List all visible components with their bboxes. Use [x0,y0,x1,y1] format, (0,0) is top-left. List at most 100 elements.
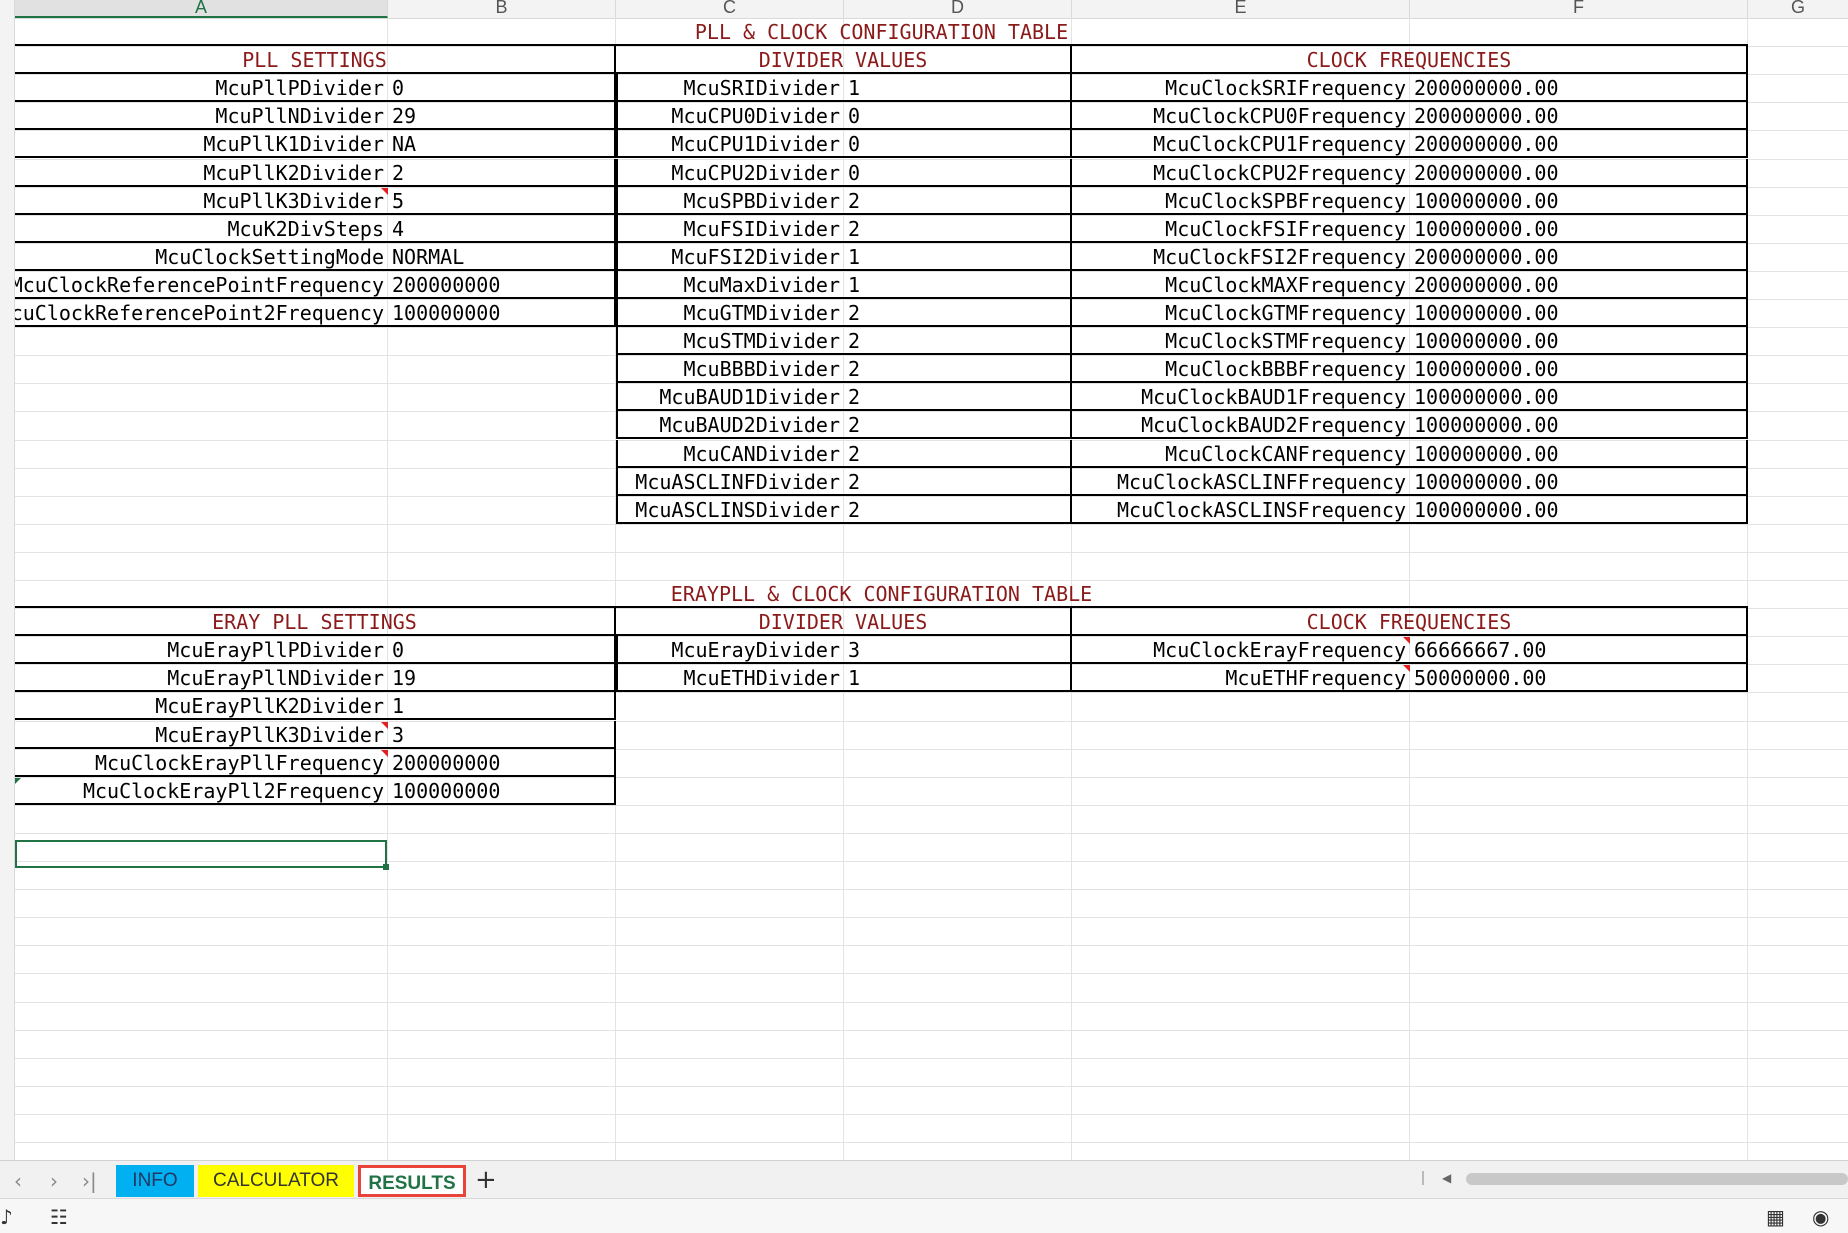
divider-name[interactable]: McuBAUD2Divider [616,411,844,439]
last-sheet-icon[interactable]: ›| [82,1169,97,1193]
pll-param-name[interactable]: McuClockSettingMode [15,243,388,271]
read-mode-icon[interactable]: ◉ [1812,1205,1829,1229]
frequency-name[interactable]: McuClockSRIFrequency [1072,74,1410,102]
pll-param-value[interactable]: NA [388,130,616,158]
divider-name[interactable]: McuETHDivider [616,664,844,692]
frequency-value[interactable]: 100000000.00 [1410,187,1748,215]
frequency-name[interactable]: McuClockCANFrequency [1072,440,1410,468]
section-header[interactable]: CLOCK FREQUENCIES [1072,608,1748,636]
frequency-value[interactable]: 200000000.00 [1410,271,1748,299]
pll-param-name[interactable]: McuPllK2Divider [15,159,388,187]
column-header-d[interactable]: D [844,0,1072,18]
divider-name[interactable]: McuBAUD1Divider [616,383,844,411]
comment-indicator-icon[interactable] [381,750,388,757]
frequency-value[interactable]: 66666667.00 [1410,636,1748,664]
divider-value[interactable]: 2 [844,355,1072,383]
section-header[interactable]: CLOCK FREQUENCIES [1072,46,1748,74]
frequency-name[interactable]: McuClockASCLINFFrequency [1072,468,1410,496]
column-header-b[interactable]: B [388,0,616,18]
frequency-value[interactable]: 100000000.00 [1410,327,1748,355]
divider-name[interactable]: McuCPU1Divider [616,130,844,158]
divider-value[interactable]: 2 [844,411,1072,439]
divider-value[interactable]: 2 [844,468,1072,496]
frequency-value[interactable]: 100000000.00 [1410,468,1748,496]
frequency-name[interactable]: McuClockBAUD1Frequency [1072,383,1410,411]
frequency-value[interactable]: 50000000.00 [1410,664,1748,692]
frequency-value[interactable]: 200000000.00 [1410,102,1748,130]
comment-indicator-icon[interactable] [1403,637,1410,644]
pll-param-name[interactable]: McuClockReferencePoint2Frequency [15,299,388,327]
select-all-corner[interactable] [0,0,15,18]
divider-name[interactable]: McuBBBDivider [616,355,844,383]
pll-param-value[interactable]: 100000000 [388,299,616,327]
frequency-name[interactable]: McuClockSTMFrequency [1072,327,1410,355]
pll-param-name[interactable]: McuClockErayPllFrequency [15,749,388,777]
divider-name[interactable]: McuASCLINFDivider [616,468,844,496]
pll-param-name[interactable]: McuClockErayPll2Frequency [15,777,388,805]
column-header-e[interactable]: E [1072,0,1410,18]
pll-param-value[interactable]: NORMAL [388,243,616,271]
section-header[interactable]: DIVIDER VALUES [616,46,1072,74]
pll-param-name[interactable]: McuErayPllK3Divider [15,721,388,749]
pll-param-value[interactable]: 3 [388,721,616,749]
sheet-tab-results[interactable]: RESULTS [358,1165,466,1197]
frequency-name[interactable]: McuClockFSI2Frequency [1072,243,1410,271]
divider-value[interactable]: 1 [844,74,1072,102]
frequency-name[interactable]: McuClockSPBFrequency [1072,187,1410,215]
divider-name[interactable]: McuGTMDivider [616,299,844,327]
prev-sheet-icon[interactable]: › [50,1169,58,1193]
sheet-list-icon[interactable]: ☷ [50,1205,68,1229]
frequency-value[interactable]: 100000000.00 [1410,496,1748,524]
pll-param-value[interactable]: 4 [388,215,616,243]
section-header[interactable]: DIVIDER VALUES [616,608,1072,636]
tab-split-handle[interactable] [1422,1171,1424,1185]
column-header-c[interactable]: C [616,0,844,18]
divider-value[interactable]: 2 [844,383,1072,411]
pll-param-value[interactable]: 100000000 [388,777,616,805]
divider-name[interactable]: McuASCLINSDivider [616,496,844,524]
column-header-a[interactable]: A [15,0,388,18]
pll-param-value[interactable]: 29 [388,102,616,130]
comment-indicator-icon[interactable] [381,188,388,195]
frequency-value[interactable]: 100000000.00 [1410,355,1748,383]
frequency-name[interactable]: McuClockASCLINSFrequency [1072,496,1410,524]
divider-value[interactable]: 2 [844,327,1072,355]
sheet-tab-info[interactable]: INFO [116,1165,194,1197]
divider-value[interactable]: 2 [844,440,1072,468]
divider-value[interactable]: 3 [844,636,1072,664]
divider-name[interactable]: McuErayDivider [616,636,844,664]
frequency-value[interactable]: 200000000.00 [1410,74,1748,102]
divider-name[interactable]: McuFSIDivider [616,215,844,243]
row-header-gutter[interactable] [0,18,15,1160]
divider-value[interactable]: 1 [844,271,1072,299]
first-sheet-icon[interactable]: ‹ [14,1169,22,1193]
divider-name[interactable]: McuCANDivider [616,440,844,468]
active-cell-selection[interactable] [15,840,389,870]
divider-value[interactable]: 0 [844,102,1072,130]
divider-name[interactable]: McuSTMDivider [616,327,844,355]
pll-param-value[interactable]: 0 [388,74,616,102]
divider-name[interactable]: McuMaxDivider [616,271,844,299]
divider-name[interactable]: McuCPU2Divider [616,159,844,187]
sheet-tab-calculator[interactable]: CALCULATOR [198,1165,354,1197]
comment-indicator-icon[interactable] [381,722,388,729]
frequency-name[interactable]: McuClockBAUD2Frequency [1072,411,1410,439]
horizontal-scrollbar[interactable] [1466,1173,1848,1185]
pll-param-value[interactable]: 5 [388,187,616,215]
table-title[interactable]: PLL & CLOCK CONFIGURATION TABLE [15,18,1748,46]
pll-param-value[interactable]: 19 [388,664,616,692]
divider-name[interactable]: McuSPBDivider [616,187,844,215]
divider-name[interactable]: McuCPU0Divider [616,102,844,130]
pll-param-value[interactable]: 1 [388,692,616,720]
pll-param-name[interactable]: McuPllNDivider [15,102,388,130]
column-header-g[interactable]: G [1748,0,1848,18]
table-title[interactable]: ERAYPLL & CLOCK CONFIGURATION TABLE [15,580,1748,608]
pll-param-value[interactable]: 200000000 [388,271,616,299]
frequency-value[interactable]: 100000000.00 [1410,299,1748,327]
frequency-value[interactable]: 100000000.00 [1410,411,1748,439]
frequency-value[interactable]: 100000000.00 [1410,440,1748,468]
script-icon[interactable]: ♪ [0,1205,13,1229]
frequency-name[interactable]: McuETHFrequency [1072,664,1410,692]
add-sheet-icon[interactable]: + [475,1165,497,1195]
comment-indicator-icon[interactable] [1403,665,1410,672]
